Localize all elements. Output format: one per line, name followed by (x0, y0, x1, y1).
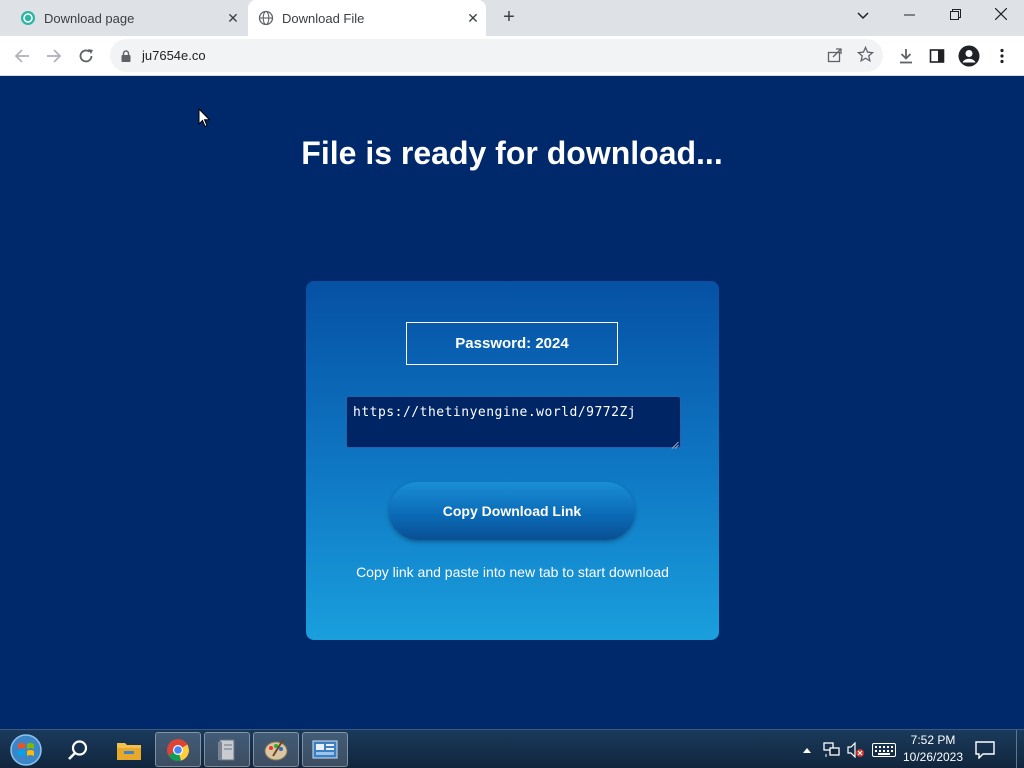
lock-icon[interactable] (121, 49, 131, 67)
download-link-text: https://thetinyengine.world/9772Zj (353, 405, 637, 420)
tab-title: Download File (282, 10, 365, 26)
document-app-icon[interactable] (204, 732, 250, 767)
control-panel-icon[interactable] (302, 732, 348, 767)
show-desktop-button[interactable] (1016, 730, 1024, 768)
page-content: File is ready for download... Password: … (0, 77, 1024, 729)
close-window-button[interactable] (978, 0, 1024, 30)
keyboard-icon[interactable] (872, 730, 896, 768)
notifications-icon[interactable] (975, 730, 995, 768)
tab-strip: Download page ✕ Download File ✕ + (0, 0, 1024, 36)
system-clock[interactable]: 7:52 PM 10/26/2023 (898, 732, 968, 766)
reload-button[interactable] (72, 42, 100, 70)
tab-favicon-icon (20, 10, 36, 26)
browser-toolbar: ju7654e.co (0, 36, 1024, 76)
clock-date: 10/26/2023 (902, 750, 964, 764)
side-panel-icon[interactable] (924, 43, 950, 69)
search-icon[interactable] (55, 732, 101, 767)
start-button[interactable] (4, 732, 48, 767)
page-title: File is ready for download... (301, 135, 723, 171)
back-button[interactable] (8, 42, 36, 70)
restore-button[interactable] (932, 0, 978, 30)
bookmark-star-icon[interactable] (856, 45, 875, 68)
file-explorer-icon[interactable] (106, 732, 152, 767)
share-icon[interactable] (827, 47, 843, 68)
downloads-icon[interactable] (893, 43, 919, 69)
address-bar[interactable]: ju7654e.co (110, 39, 883, 72)
chrome-taskbar-icon[interactable] (155, 732, 201, 767)
tab-download-file[interactable]: Download File ✕ (248, 0, 486, 36)
resize-handle-icon[interactable] (671, 438, 679, 449)
volume-muted-icon[interactable] (847, 730, 865, 768)
tab-title: Download page (44, 10, 135, 26)
instruction-text: Copy link and paste into new tab to star… (356, 564, 669, 580)
profile-avatar-icon[interactable] (956, 43, 982, 69)
forward-button[interactable] (40, 42, 68, 70)
globe-icon (258, 10, 274, 26)
show-hidden-icons-icon[interactable] (802, 730, 812, 768)
new-tab-button[interactable]: + (498, 6, 520, 28)
paint-app-icon[interactable] (253, 732, 299, 767)
tab-close-icon[interactable]: ✕ (224, 9, 242, 27)
tab-close-icon[interactable]: ✕ (464, 9, 482, 27)
clock-time: 7:52 PM (910, 733, 956, 747)
menu-kebab-icon[interactable] (989, 43, 1015, 69)
password-label: Password: 2024 (406, 322, 618, 365)
download-link-textarea[interactable]: https://thetinyengine.world/9772Zj (346, 396, 681, 449)
tab-download-page[interactable]: Download page ✕ (10, 0, 246, 36)
tab-search-chevron-icon[interactable] (840, 0, 886, 30)
network-icon[interactable] (823, 730, 841, 768)
minimize-button[interactable] (886, 0, 932, 30)
copy-download-link-button[interactable]: Copy Download Link (389, 482, 635, 540)
mouse-cursor-icon (198, 107, 211, 133)
url-text: ju7654e.co (142, 48, 206, 63)
download-card: Password: 2024 https://thetinyengine.wor… (306, 281, 719, 640)
taskbar: 7:52 PM 10/26/2023 (0, 729, 1024, 768)
